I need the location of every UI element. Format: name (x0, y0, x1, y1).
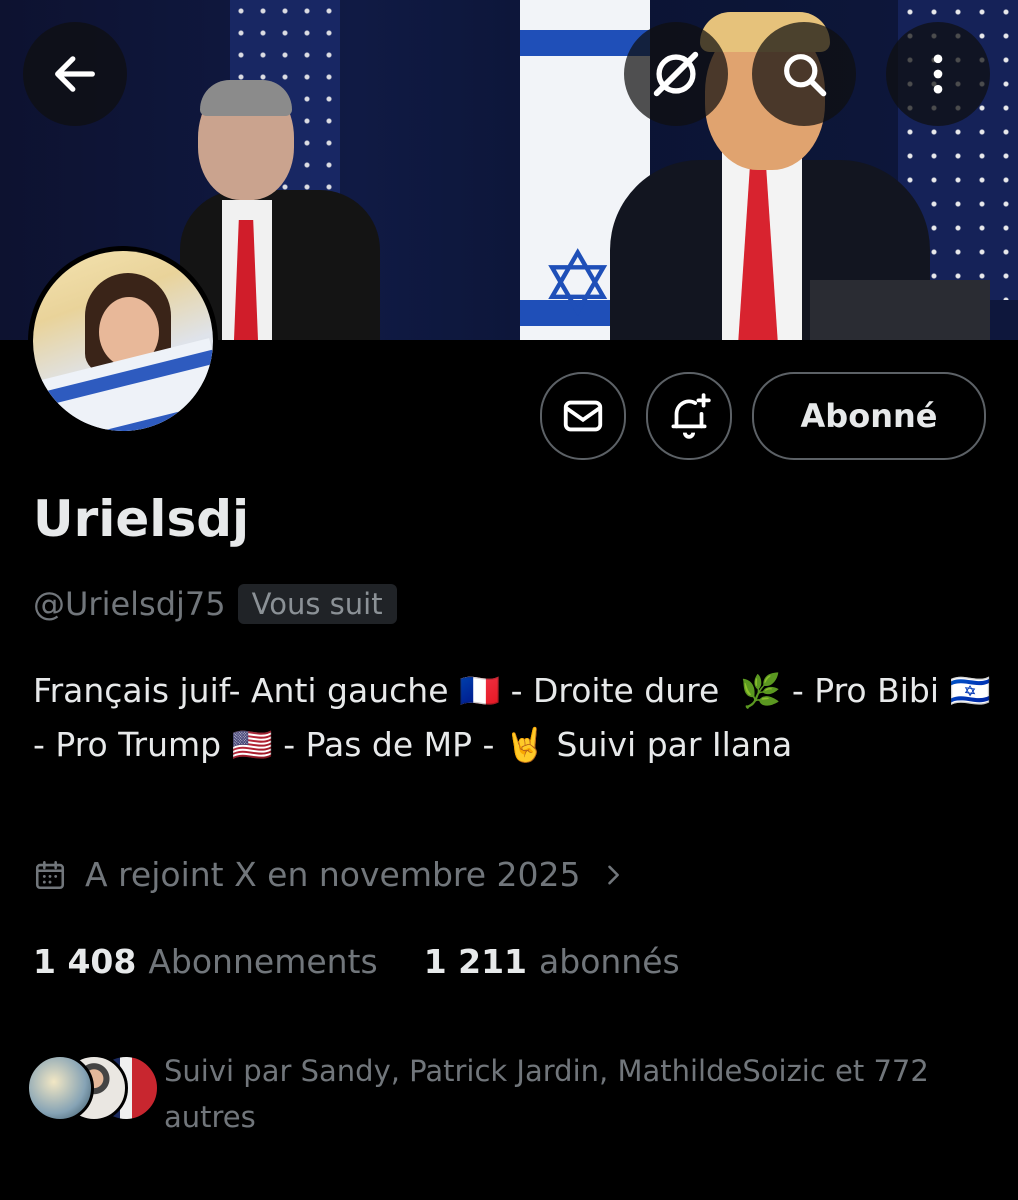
profile-avatar[interactable] (28, 246, 218, 436)
envelope-icon (563, 400, 603, 432)
more-vertical-icon (933, 54, 943, 94)
followers-count: 1 211 (423, 942, 528, 981)
user-handle: @Urielsdj75 (33, 585, 226, 623)
following-button[interactable]: Abonné (752, 372, 986, 460)
followers-stat[interactable]: 1 211 abonnés (424, 942, 680, 981)
following-label: Abonnements (148, 942, 378, 981)
chevron-right-icon (607, 865, 619, 884)
following-stat[interactable]: 1 408 Abonnements (33, 942, 378, 981)
message-button[interactable] (540, 372, 626, 460)
following-count: 1 408 (33, 942, 137, 981)
back-button[interactable] (23, 22, 127, 126)
grok-button[interactable] (624, 22, 728, 126)
joined-date-row[interactable]: A rejoint X en novembre 2025 (33, 855, 627, 894)
notifications-button[interactable] (646, 372, 732, 460)
more-options-button[interactable] (886, 22, 990, 126)
follows-you-badge: Vous suit (237, 584, 397, 624)
search-icon (784, 54, 827, 97)
handle-row: @Urielsdj75 Vous suit (33, 584, 397, 624)
arrow-left-icon (55, 56, 95, 92)
followed-by-text: Suivi par Sandy, Patrick Jardin, Mathild… (164, 1054, 929, 1134)
grok-icon (653, 51, 699, 97)
follow-stats: 1 408 Abonnements 1 211 abonnés (33, 942, 680, 981)
profile-bio: Français juif- Anti gauche 🇫🇷 - Droite d… (33, 671, 1002, 764)
following-button-label: Abonné (800, 397, 938, 435)
search-button[interactable] (752, 22, 856, 126)
calendar-icon (35, 860, 65, 889)
bell-plus-icon (671, 393, 711, 439)
follower-avatar (26, 1054, 94, 1122)
display-name: Urielsdj (33, 490, 250, 548)
followers-label: abonnés (539, 942, 680, 981)
followed-by-avatars (26, 1048, 160, 1122)
joined-date: A rejoint X en novembre 2025 (85, 855, 581, 894)
followed-by-row[interactable]: Suivi par Sandy, Patrick Jardin, Mathild… (26, 1048, 964, 1140)
